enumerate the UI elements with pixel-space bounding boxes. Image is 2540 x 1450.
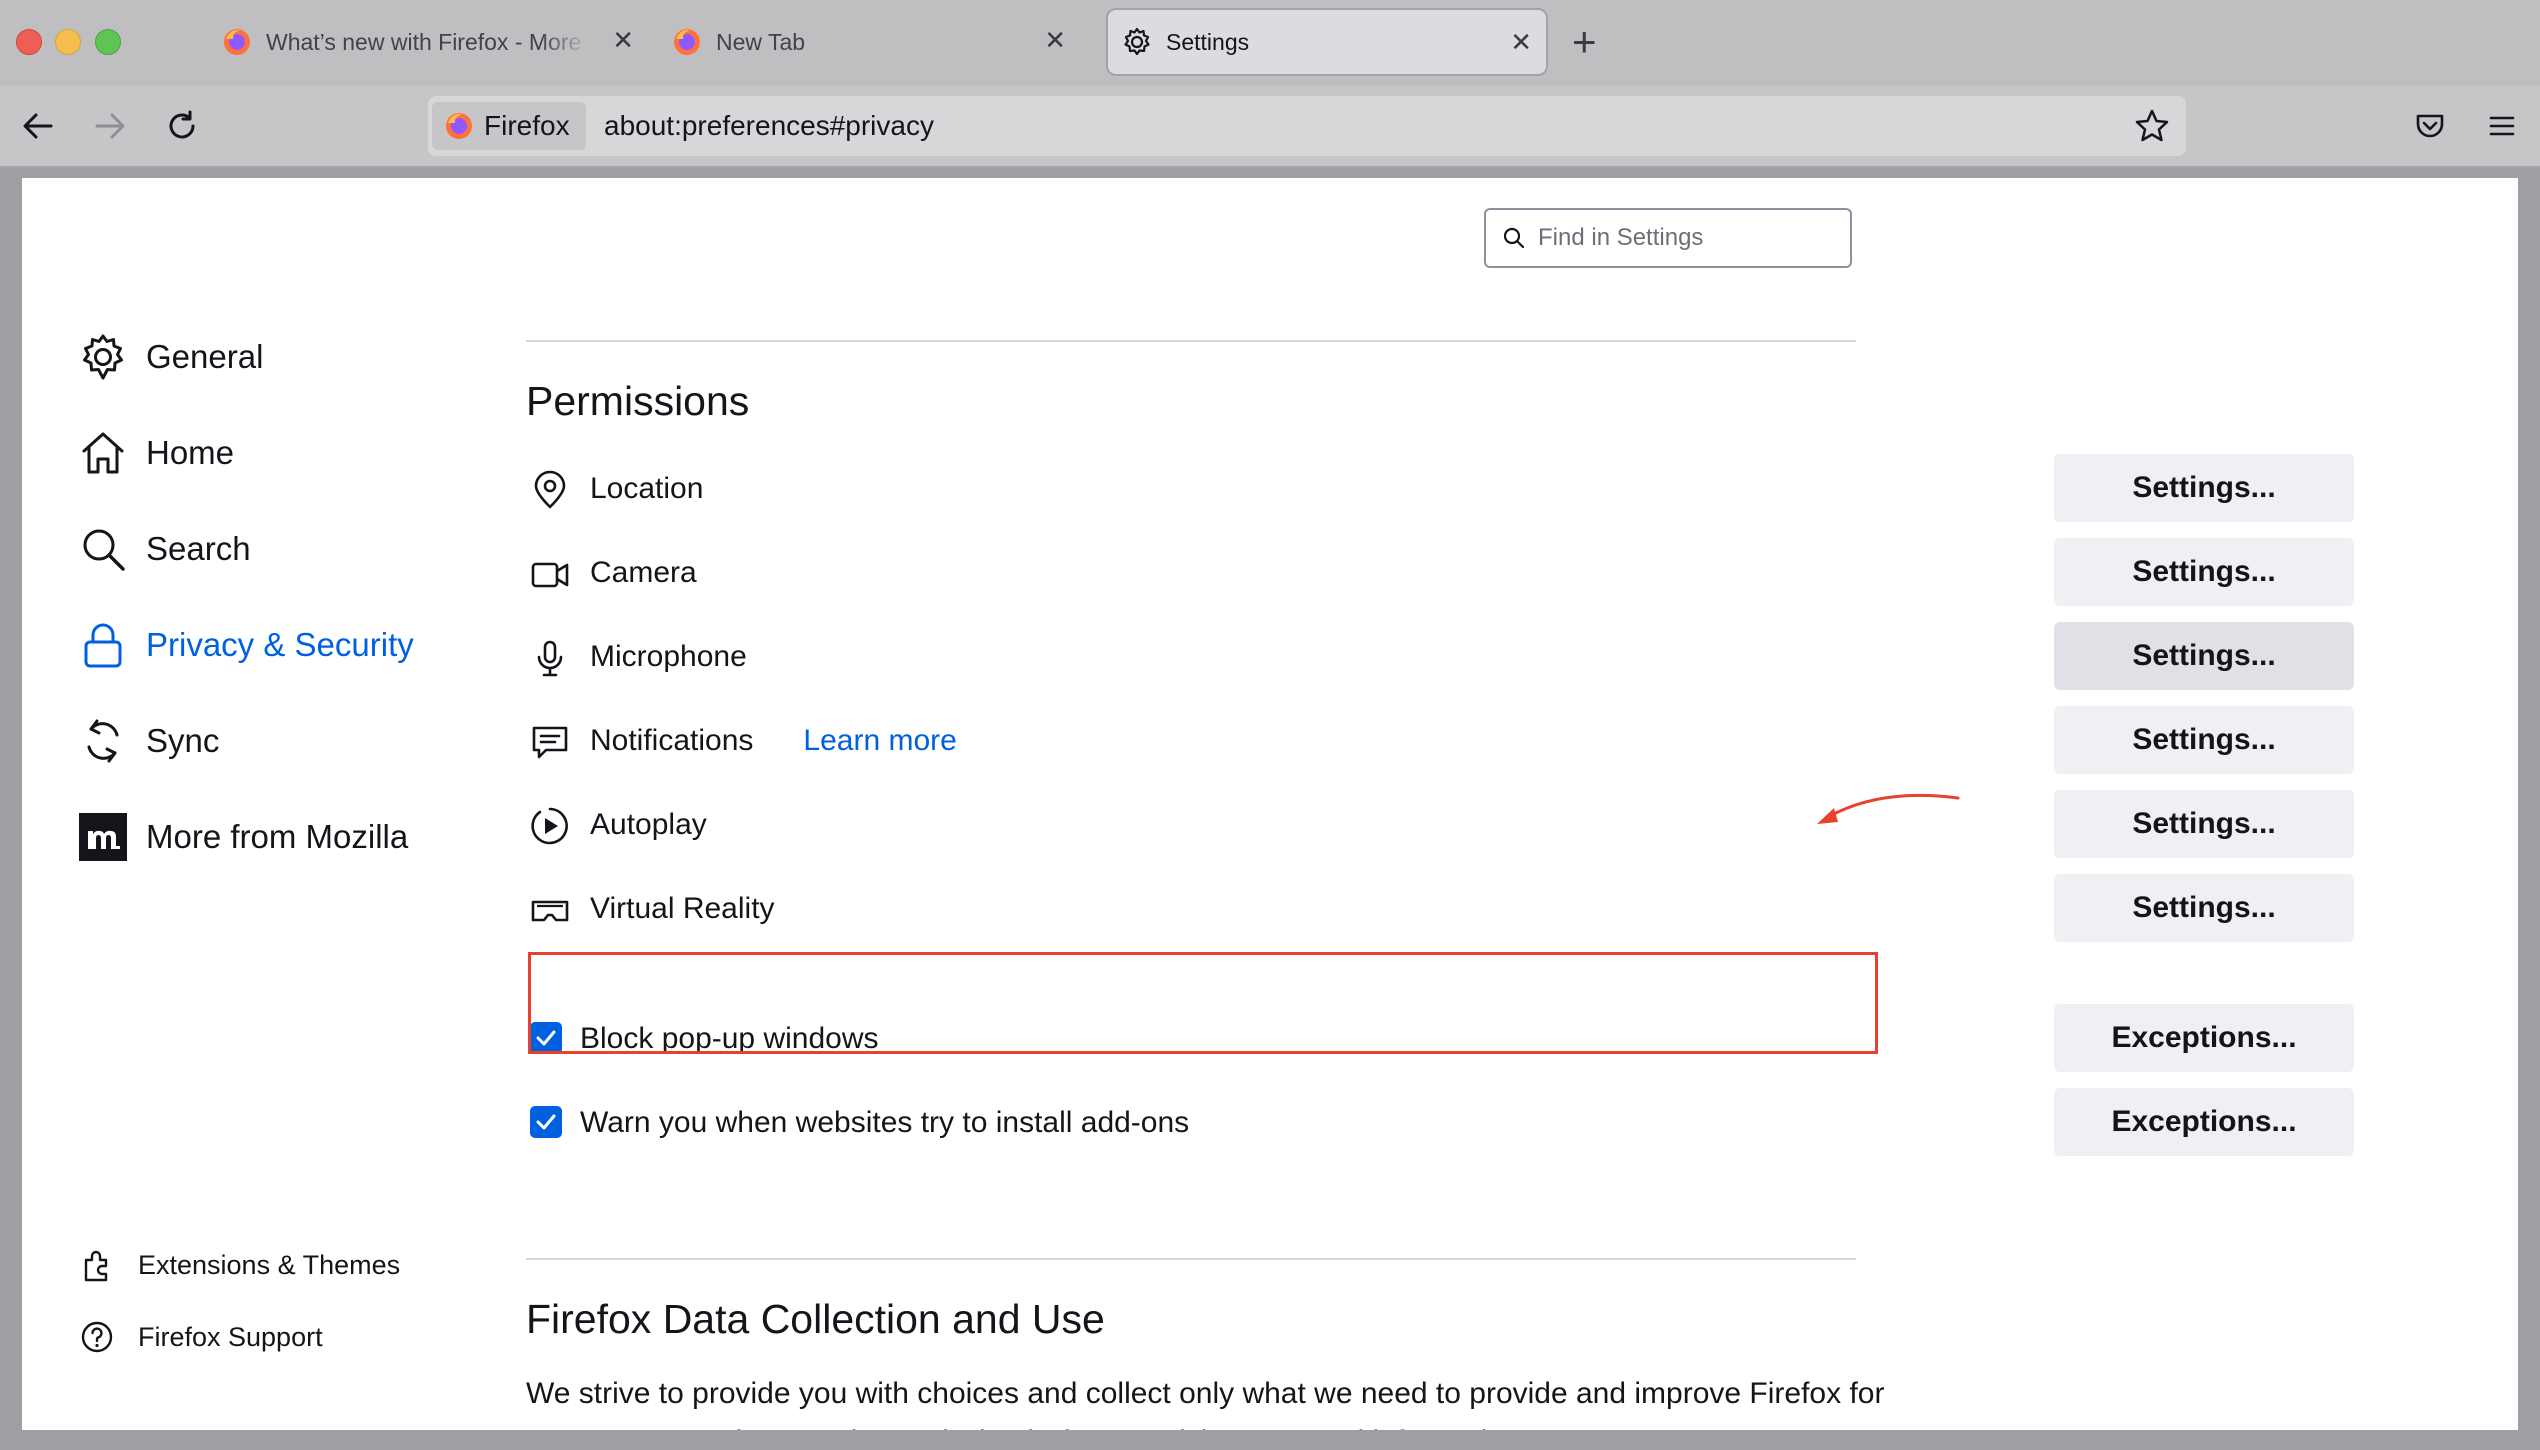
search-placeholder: Find in Settings	[1538, 224, 1704, 251]
section-divider	[526, 1258, 1856, 1260]
help-icon	[81, 1321, 113, 1353]
virtual-reality-settings-button[interactable]: Settings...	[2054, 874, 2354, 942]
firefox-logo-icon	[224, 29, 250, 55]
warn-addons-label: Warn you when websites try to install ad…	[580, 1106, 1190, 1139]
new-tab-button[interactable]: +	[1572, 20, 1597, 64]
pocket-icon	[2416, 114, 2444, 138]
checkmark-icon	[536, 1114, 556, 1130]
permission-label: Notifications Learn more	[590, 724, 957, 758]
forward-arrow-icon	[95, 113, 125, 139]
addons-exceptions-button[interactable]: Exceptions...	[2054, 1088, 2354, 1156]
permission-label: Camera	[590, 556, 697, 589]
location-pin-icon	[534, 470, 566, 509]
sidebar-item-general[interactable]: General	[78, 332, 263, 382]
sidebar-item-label: Search	[146, 530, 251, 567]
permission-row-microphone: Microphone Settings...	[530, 622, 2354, 692]
tab-settings[interactable]: Settings ✕	[1106, 8, 1548, 76]
notifications-label: Notifications	[590, 724, 754, 757]
sidebar-item-label: Home	[146, 434, 235, 471]
permission-row-camera: Camera Settings...	[530, 538, 2354, 608]
warn-addons-checkbox[interactable]	[530, 1106, 562, 1138]
sync-icon	[78, 716, 128, 766]
back-button[interactable]	[16, 104, 60, 148]
pocket-button[interactable]	[2408, 104, 2452, 148]
lock-icon	[78, 620, 128, 670]
permission-row-notifications: Notifications Learn more Settings...	[530, 706, 2354, 776]
url-text[interactable]: about:preferences#privacy	[604, 110, 934, 142]
firefox-logo-icon	[674, 29, 700, 55]
bookmark-star-icon[interactable]	[2134, 108, 2170, 144]
sidebar-item-label: Privacy & Security	[146, 626, 414, 663]
popup-exceptions-button[interactable]: Exceptions...	[2054, 1004, 2354, 1072]
sidebar-item-more-from-mozilla[interactable]: More from Mozilla	[78, 812, 408, 862]
autoplay-highlight-annotation	[528, 952, 1878, 1054]
find-in-settings-input[interactable]: Find in Settings	[1484, 208, 1852, 268]
mozilla-m-icon	[78, 812, 128, 862]
identity-label: Firefox	[484, 110, 570, 141]
microphone-icon	[537, 640, 563, 677]
camera-settings-button[interactable]: Settings...	[2054, 538, 2354, 606]
gear-icon	[1124, 27, 1150, 56]
close-tab-icon[interactable]: ✕	[1510, 22, 1532, 62]
sidebar-item-privacy-security[interactable]: Privacy & Security	[78, 620, 414, 670]
search-icon	[1503, 227, 1525, 249]
tab-title: Settings	[1166, 28, 1250, 55]
permission-label: Virtual Reality	[590, 892, 775, 925]
gear-icon	[78, 332, 128, 382]
url-bar[interactable]: Firefox about:preferences#privacy	[428, 96, 2186, 156]
zoom-window-button[interactable]	[95, 29, 121, 55]
data-collection-description: We strive to provide you with choices an…	[526, 1377, 1885, 1430]
menu-button[interactable]	[2480, 104, 2524, 148]
home-icon	[78, 428, 128, 478]
tab-new-tab[interactable]: New Tab ✕	[672, 8, 1080, 76]
section-divider	[526, 340, 1856, 342]
camera-icon	[531, 562, 569, 588]
permission-row-autoplay: Autoplay Settings...	[530, 790, 2354, 860]
sidebar-item-extensions-themes[interactable]: Extensions & Themes	[80, 1248, 400, 1282]
sidebar-footer-label: Firefox Support	[138, 1321, 323, 1352]
sidebar-item-label: More from Mozilla	[146, 818, 409, 855]
vr-headset-icon	[531, 900, 569, 922]
forward-button[interactable]	[88, 104, 132, 148]
permission-row-location: Location Settings...	[530, 454, 2354, 524]
location-settings-button[interactable]: Settings...	[2054, 454, 2354, 522]
sidebar-item-sync[interactable]: Sync	[78, 716, 219, 766]
tab-whats-new[interactable]: What’s new with Firefox - More protectio…	[222, 8, 634, 76]
sidebar-item-label: General	[146, 338, 264, 375]
reload-button[interactable]	[160, 104, 204, 148]
data-collection-title: Firefox Data Collection and Use	[526, 1296, 1105, 1342]
reload-icon	[169, 110, 195, 139]
search-icon	[78, 524, 128, 574]
sidebar-item-search[interactable]: Search	[78, 524, 251, 574]
sidebar-item-label: Sync	[146, 722, 220, 759]
close-window-button[interactable]	[16, 29, 42, 55]
autoplay-settings-button[interactable]: Settings...	[2054, 790, 2354, 858]
notifications-settings-button[interactable]: Settings...	[2054, 706, 2354, 774]
microphone-settings-button[interactable]: Settings...	[2054, 622, 2354, 690]
permission-label: Location	[590, 472, 704, 505]
sidebar-item-firefox-support[interactable]: Firefox Support	[80, 1320, 323, 1354]
notification-icon	[532, 726, 568, 759]
firefox-logo-icon	[446, 113, 472, 139]
settings-page: Find in Settings General Home Search Pri…	[22, 178, 2518, 1430]
back-arrow-icon	[23, 113, 53, 139]
autoplay-icon	[531, 807, 568, 845]
tab-title: New Tab	[716, 28, 806, 55]
sidebar-footer-label: Extensions & Themes	[138, 1249, 401, 1280]
warn-addons-row: Warn you when websites try to install ad…	[530, 1088, 2354, 1158]
learn-more-link[interactable]: Learn more	[803, 724, 956, 757]
permission-label: Autoplay	[590, 808, 707, 841]
tab-strip: What’s new with Firefox - More protectio…	[0, 0, 2540, 86]
hamburger-menu-icon	[2489, 116, 2515, 136]
permission-row-virtual-reality: Virtual Reality Settings...	[530, 874, 2354, 944]
puzzle-piece-icon	[84, 1250, 108, 1282]
identity-box[interactable]: Firefox	[432, 102, 586, 150]
close-tab-icon[interactable]: ✕	[612, 20, 634, 60]
minimize-window-button[interactable]	[55, 29, 81, 55]
sidebar-item-home[interactable]: Home	[78, 428, 234, 478]
permission-label: Microphone	[590, 640, 747, 673]
close-tab-icon[interactable]: ✕	[1044, 20, 1066, 60]
navigation-toolbar: Firefox about:preferences#privacy	[0, 86, 2540, 168]
permissions-title: Permissions	[526, 378, 750, 424]
